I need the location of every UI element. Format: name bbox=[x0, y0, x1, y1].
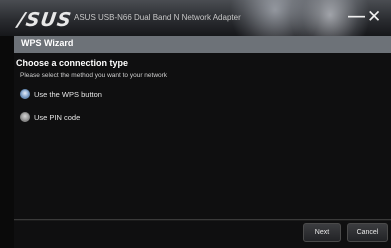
asus-logo: /SUS bbox=[16, 9, 74, 31]
radio-selected-icon[interactable] bbox=[20, 89, 30, 99]
page-heading: Choose a connection type bbox=[16, 58, 129, 68]
wizard-title: WPS Wizard bbox=[21, 38, 74, 48]
close-button[interactable]: ✕ bbox=[367, 8, 381, 25]
minimize-button[interactable]: — bbox=[348, 7, 365, 24]
page-description: Please select the method you want to you… bbox=[20, 72, 168, 79]
radio-unselected-icon[interactable] bbox=[20, 112, 30, 122]
wizard-header-bar: WPS Wizard bbox=[14, 36, 391, 53]
option-pin-code[interactable]: Use PIN code bbox=[20, 112, 80, 122]
title-bar[interactable]: /SUS ASUS USB-N66 Dual Band N Network Ad… bbox=[0, 0, 391, 36]
window-title: ASUS USB-N66 Dual Band N Network Adapter bbox=[74, 13, 241, 22]
option-label: Use the WPS button bbox=[34, 89, 102, 99]
option-wps-button[interactable]: Use the WPS button bbox=[20, 89, 102, 99]
footer-divider-shadow bbox=[14, 220, 391, 221]
option-label: Use PIN code bbox=[34, 112, 81, 122]
cancel-button[interactable]: Cancel bbox=[347, 223, 388, 242]
next-button[interactable]: Next bbox=[303, 223, 341, 242]
